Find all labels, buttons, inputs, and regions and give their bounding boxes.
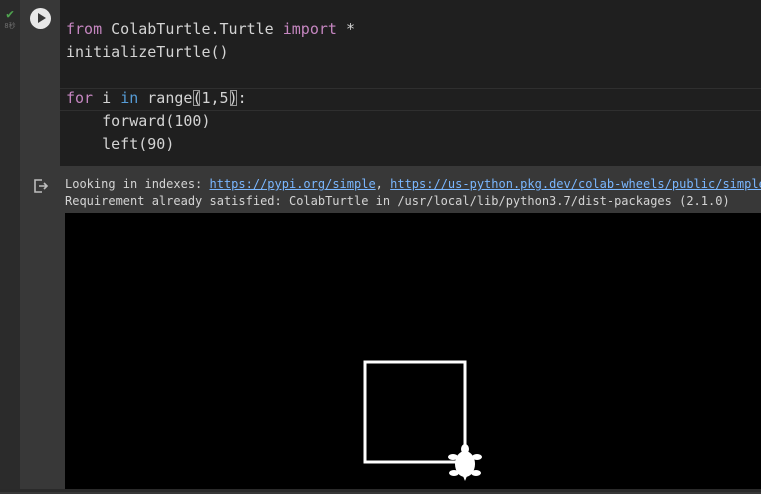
drawn-square	[363, 360, 467, 464]
colab-wheels-link[interactable]: https://us-python.pkg.dev/colab-wheels/p…	[390, 177, 761, 191]
link-separator: ,	[375, 177, 391, 191]
code-line-4[interactable]: for i in range(1,5):	[66, 87, 247, 110]
cell-output: Looking in indexes: https://pypi.org/sim…	[20, 168, 761, 492]
cell-gutter: ✔ 8秒	[0, 0, 20, 492]
keyword-in: in	[120, 89, 139, 107]
run-cell-button[interactable]	[30, 8, 51, 29]
code-editor[interactable]: from ColabTurtle.Turtle import * initial…	[60, 0, 761, 166]
pypi-link[interactable]: https://pypi.org/simple	[210, 177, 376, 191]
execution-time: 8秒	[4, 22, 16, 30]
code-line-5[interactable]: forward(100)	[66, 110, 210, 133]
requirement-line: Requirement already satisfied: ColabTurt…	[65, 194, 730, 208]
module-name: ColabTurtle.Turtle	[102, 20, 283, 38]
colon: :	[237, 89, 247, 107]
code-cell[interactable]: from ColabTurtle.Turtle import * initial…	[20, 0, 761, 168]
bracket-close: )	[228, 89, 238, 107]
code-line-1[interactable]: from ColabTurtle.Turtle import *	[66, 18, 355, 41]
range-func: range	[138, 89, 193, 107]
output-text: Looking in indexes: https://pypi.org/sim…	[65, 176, 761, 210]
turtle-canvas	[65, 213, 761, 490]
import-target: *	[336, 20, 355, 38]
output-redirect-icon[interactable]	[33, 178, 49, 194]
code-line-6[interactable]: left(90)	[66, 133, 174, 156]
check-icon: ✔	[6, 7, 14, 22]
loop-var: i	[93, 89, 121, 107]
indexes-label: Looking in indexes:	[65, 177, 210, 191]
keyword-import: import	[282, 20, 337, 38]
range-args: 1,5	[201, 89, 229, 107]
keyword-for: for	[66, 89, 94, 107]
turtle-drawing	[363, 360, 482, 481]
code-line-2[interactable]: initializeTurtle()	[66, 41, 229, 64]
keyword-from: from	[66, 20, 103, 38]
